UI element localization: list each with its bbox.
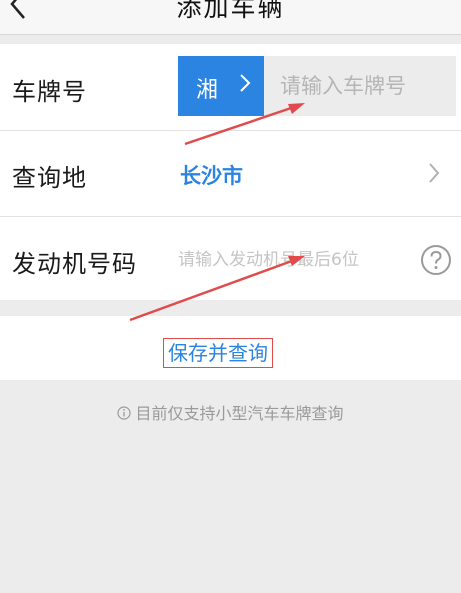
engine-label: 发动机号码 — [12, 250, 137, 278]
engine-row: 发动机号码 — [0, 216, 461, 302]
nav-bar: 添加车辆 — [0, 0, 461, 35]
plate-row: 车牌号 湘 — [0, 44, 461, 130]
chevron-right-icon — [240, 74, 251, 92]
notice: 目前仅支持小型汽车车牌查询 — [0, 400, 461, 424]
info-icon — [117, 406, 132, 420]
province-value: 湘 — [196, 78, 219, 103]
save-and-query-button[interactable]: 保存并查询 — [163, 338, 273, 368]
location-value[interactable]: 长沙市 — [180, 160, 243, 190]
engine-number-input[interactable] — [178, 244, 418, 276]
location-label: 查询地 — [12, 164, 87, 192]
page-title: 添加车辆 — [176, 0, 285, 22]
vehicle-form: 车牌号 湘 查询地 长沙市 发动机号码 — [0, 44, 461, 300]
plate-number-input[interactable] — [264, 56, 456, 116]
help-icon[interactable] — [420, 244, 452, 276]
notice-text: 目前仅支持小型汽车车牌查询 — [135, 404, 344, 423]
chevron-right-icon — [429, 163, 440, 183]
location-row[interactable]: 查询地 长沙市 — [0, 130, 461, 216]
plate-label: 车牌号 — [12, 78, 87, 106]
province-selector[interactable]: 湘 — [178, 56, 264, 116]
save-area: 保存并查询 — [0, 316, 461, 380]
